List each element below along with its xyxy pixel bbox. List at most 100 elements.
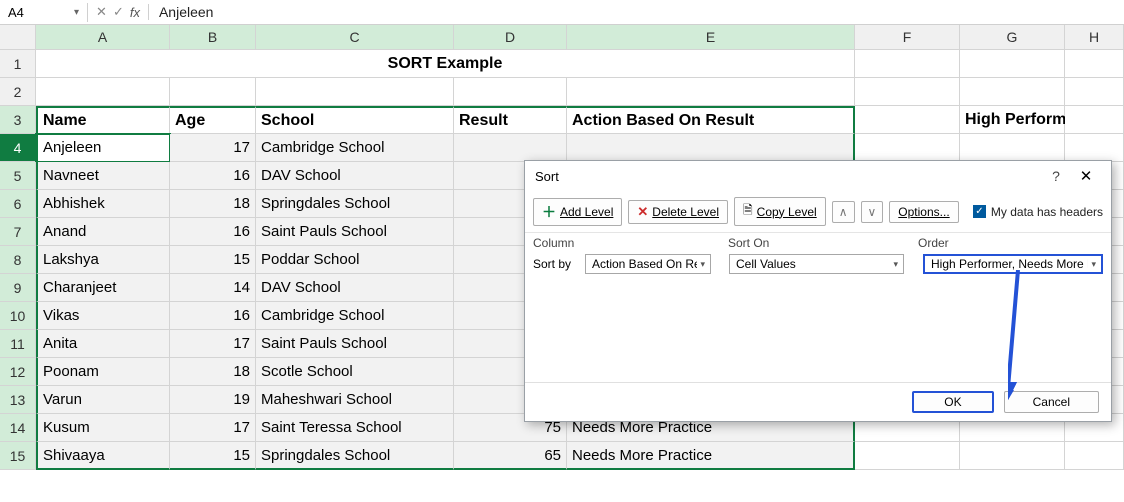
row-head-8[interactable]: 8 [0, 246, 36, 274]
cell-B5[interactable]: 16 [170, 162, 256, 190]
header-school[interactable]: School [256, 106, 454, 134]
move-up-button[interactable]: ∧ [832, 201, 855, 223]
col-head-C[interactable]: C [256, 25, 454, 50]
cell-C4[interactable]: Cambridge School [256, 134, 454, 162]
sort-column-dropdown[interactable]: Action Based On Res ▾ [585, 254, 711, 274]
cell-F3[interactable] [855, 106, 960, 134]
cell-B7[interactable]: 16 [170, 218, 256, 246]
col-head-G[interactable]: G [960, 25, 1065, 50]
header-action[interactable]: Action Based On Result [567, 106, 855, 134]
col-head-D[interactable]: D [454, 25, 567, 50]
cell-A15[interactable]: Shivaaya [36, 442, 170, 470]
cell-D4[interactable] [454, 134, 567, 162]
help-icon[interactable]: ? [1041, 168, 1071, 184]
cell-D15[interactable]: 65 [454, 442, 567, 470]
col-head-B[interactable]: B [170, 25, 256, 50]
cell-C2[interactable] [256, 78, 454, 106]
cell-C10[interactable]: Cambridge School [256, 302, 454, 330]
cell-B9[interactable]: 14 [170, 274, 256, 302]
cell-B14[interactable]: 17 [170, 414, 256, 442]
row-head-5[interactable]: 5 [0, 162, 36, 190]
confirm-icon[interactable]: ✓ [113, 4, 124, 20]
row-head-13[interactable]: 13 [0, 386, 36, 414]
cell-A4[interactable]: Anjeleen [36, 134, 170, 162]
cell-C7[interactable]: Saint Pauls School [256, 218, 454, 246]
cell-C14[interactable]: Saint Teressa School [256, 414, 454, 442]
cell-G4[interactable] [960, 134, 1065, 162]
name-box[interactable] [4, 3, 70, 22]
cell-E4[interactable] [567, 134, 855, 162]
ok-button[interactable]: OK [912, 391, 993, 413]
row-head-10[interactable]: 10 [0, 302, 36, 330]
row-head-6[interactable]: 6 [0, 190, 36, 218]
cell-C11[interactable]: Saint Pauls School [256, 330, 454, 358]
cell-A12[interactable]: Poonam [36, 358, 170, 386]
name-box-dropdown-icon[interactable]: ▾ [70, 7, 83, 18]
cell-A7[interactable]: Anand [36, 218, 170, 246]
col-head-A[interactable]: A [36, 25, 170, 50]
header-name[interactable]: Name [36, 106, 170, 134]
cell-A9[interactable]: Charanjeet [36, 274, 170, 302]
row-head-3[interactable]: 3 [0, 106, 36, 134]
cell-C15[interactable]: Springdales School [256, 442, 454, 470]
cell-A11[interactable]: Anita [36, 330, 170, 358]
cell-D2[interactable] [454, 78, 567, 106]
add-level-button[interactable]: ＋Add Level [533, 198, 622, 226]
title-cell[interactable]: SORT Example [36, 50, 855, 78]
cell-E15[interactable]: Needs More Practice [567, 442, 855, 470]
close-icon[interactable]: ✕ [1071, 167, 1101, 185]
cell-B10[interactable]: 16 [170, 302, 256, 330]
header-age[interactable]: Age [170, 106, 256, 134]
cell-C5[interactable]: DAV School [256, 162, 454, 190]
fx-icon[interactable]: fx [130, 5, 140, 20]
row-head-11[interactable]: 11 [0, 330, 36, 358]
col-head-H[interactable]: H [1065, 25, 1124, 50]
row-head-1[interactable]: 1 [0, 50, 36, 78]
cell-H2[interactable] [1065, 78, 1124, 106]
cell-B2[interactable] [170, 78, 256, 106]
cell-B11[interactable]: 17 [170, 330, 256, 358]
col-head-E[interactable]: E [567, 25, 855, 50]
move-down-button[interactable]: ∨ [861, 201, 884, 223]
cell-C9[interactable]: DAV School [256, 274, 454, 302]
cell-G2[interactable] [960, 78, 1065, 106]
cell-H15[interactable] [1065, 442, 1124, 470]
cell-H3[interactable] [1065, 106, 1124, 134]
options-button[interactable]: Options... [889, 201, 958, 223]
delete-level-button[interactable]: ✕Delete Level [628, 200, 728, 224]
row-head-12[interactable]: 12 [0, 358, 36, 386]
copy-level-button[interactable]: 🗎Copy Level [734, 197, 826, 226]
cell-A2[interactable] [36, 78, 170, 106]
cell-A10[interactable]: Vikas [36, 302, 170, 330]
cell-H4[interactable] [1065, 134, 1124, 162]
row-head-2[interactable]: 2 [0, 78, 36, 106]
cell-C6[interactable]: Springdales School [256, 190, 454, 218]
formula-input[interactable] [149, 2, 1124, 22]
cell-B6[interactable]: 18 [170, 190, 256, 218]
cell-A14[interactable]: Kusum [36, 414, 170, 442]
cell-C13[interactable]: Maheshwari School [256, 386, 454, 414]
sort-on-dropdown[interactable]: Cell Values ▾ [729, 254, 904, 274]
cell-B13[interactable]: 19 [170, 386, 256, 414]
cell-B8[interactable]: 15 [170, 246, 256, 274]
row-head-15[interactable]: 15 [0, 442, 36, 470]
cell-B12[interactable]: 18 [170, 358, 256, 386]
cell-A8[interactable]: Lakshya [36, 246, 170, 274]
cell-F1[interactable] [855, 50, 960, 78]
row-head-14[interactable]: 14 [0, 414, 36, 442]
cell-C8[interactable]: Poddar School [256, 246, 454, 274]
row-head-9[interactable]: 9 [0, 274, 36, 302]
header-result[interactable]: Result [454, 106, 567, 134]
sort-order-dropdown[interactable]: High Performer, Needs More Pr ▾ [923, 254, 1103, 274]
header-hp[interactable]: High Performer [960, 106, 1065, 134]
cell-C12[interactable]: Scotle School [256, 358, 454, 386]
cell-F4[interactable] [855, 134, 960, 162]
cell-H1[interactable] [1065, 50, 1124, 78]
cancel-button[interactable]: Cancel [1004, 391, 1099, 413]
cell-A5[interactable]: Navneet [36, 162, 170, 190]
cell-F15[interactable] [855, 442, 960, 470]
cell-G15[interactable] [960, 442, 1065, 470]
cell-A13[interactable]: Varun [36, 386, 170, 414]
col-head-F[interactable]: F [855, 25, 960, 50]
cell-A6[interactable]: Abhishek [36, 190, 170, 218]
